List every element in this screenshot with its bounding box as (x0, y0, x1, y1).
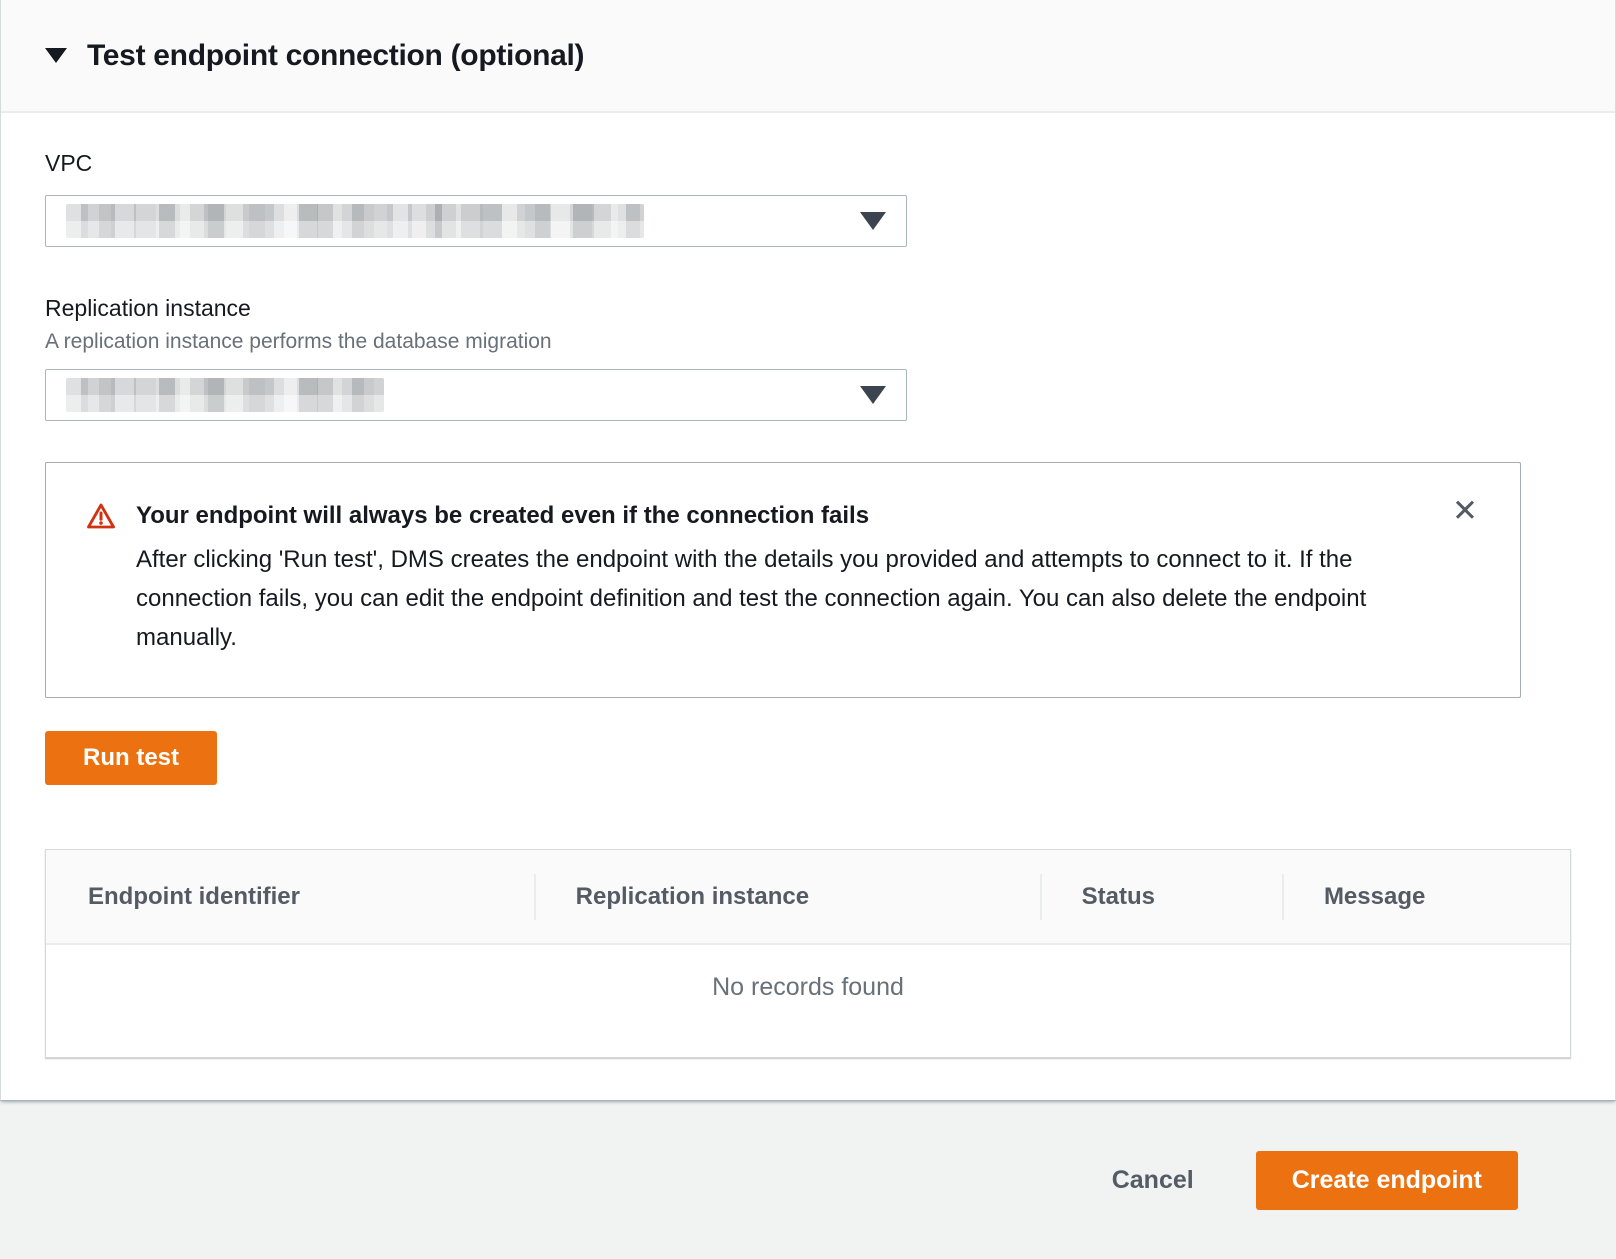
table-body: No records found (46, 945, 1570, 1057)
column-header-endpoint-identifier: Endpoint identifier (46, 883, 534, 911)
column-header-status: Status (1040, 883, 1282, 911)
replication-instance-select[interactable] (45, 369, 907, 421)
section-body: VPC Replication instance A replication i… (1, 113, 1615, 1100)
close-icon[interactable]: ✕ (1444, 491, 1486, 530)
column-header-message: Message (1282, 883, 1570, 911)
footer-actions: Cancel Create endpoint (0, 1101, 1616, 1259)
cancel-button[interactable]: Cancel (1072, 1156, 1234, 1205)
section-title: Test endpoint connection (optional) (87, 39, 584, 73)
vpc-field: VPC (45, 149, 1571, 247)
section-header-toggle[interactable]: Test endpoint connection (optional) (1, 0, 1615, 113)
alert-title: Your endpoint will always be created eve… (136, 501, 1446, 531)
warning-triangle-icon (86, 502, 116, 535)
vpc-redacted-value (66, 204, 644, 238)
table-header-row: Endpoint identifier Replication instance… (46, 850, 1570, 945)
replication-instance-redacted-value (66, 378, 384, 412)
vpc-select[interactable] (45, 195, 907, 247)
vpc-label: VPC (45, 149, 1571, 177)
test-results-table: Endpoint identifier Replication instance… (45, 849, 1571, 1058)
column-header-replication-instance: Replication instance (534, 883, 1040, 911)
collapse-triangle-icon (45, 48, 67, 63)
test-endpoint-section: Test endpoint connection (optional) VPC … (0, 0, 1616, 1101)
warning-alert: Your endpoint will always be created eve… (45, 462, 1521, 698)
create-endpoint-button[interactable]: Create endpoint (1256, 1151, 1518, 1210)
replication-instance-label: Replication instance (45, 294, 1571, 322)
chevron-down-icon (860, 212, 886, 230)
chevron-down-icon (860, 386, 886, 404)
replication-instance-description: A replication instance performs the data… (45, 329, 1571, 355)
alert-content: Your endpoint will always be created eve… (136, 501, 1446, 657)
run-test-button[interactable]: Run test (45, 731, 217, 785)
alert-body: After clicking 'Run test', DMS creates t… (136, 540, 1446, 657)
replication-instance-field: Replication instance A replication insta… (45, 294, 1571, 421)
empty-state-text: No records found (712, 973, 904, 1057)
